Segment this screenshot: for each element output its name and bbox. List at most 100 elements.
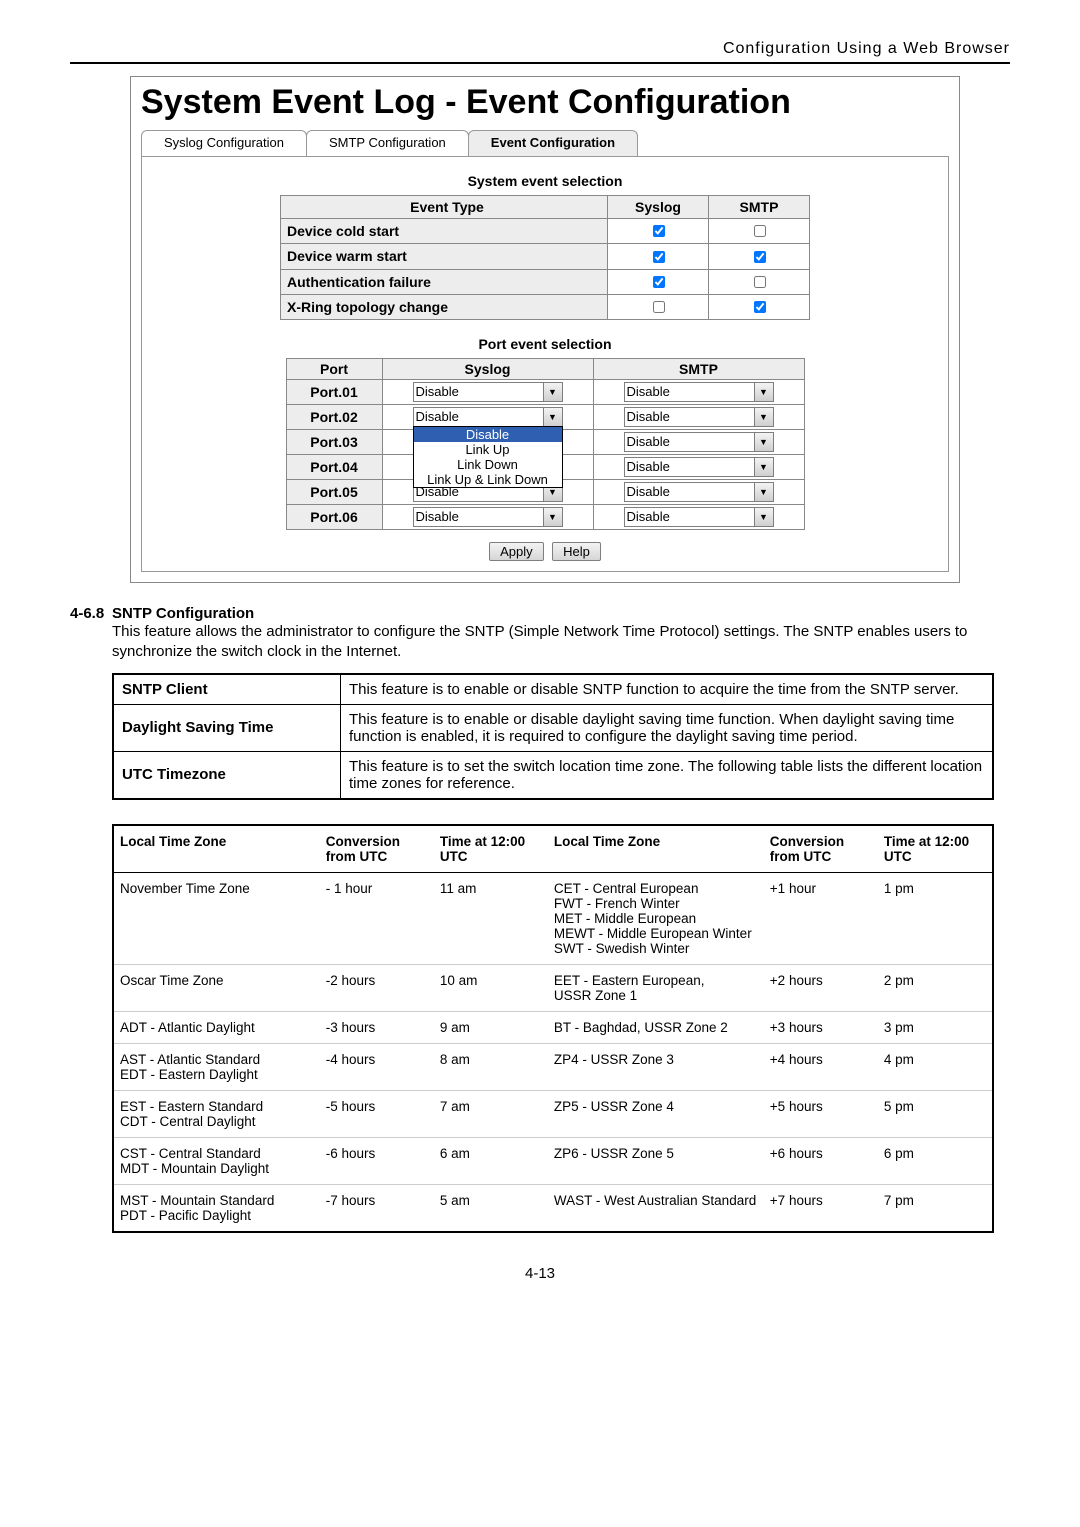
- def-desc: This feature is to set the switch locati…: [341, 751, 994, 799]
- tz-cell: +7 hours: [764, 1184, 878, 1232]
- tz-cell: 4 pm: [878, 1043, 993, 1090]
- tz-cell: EET - Eastern European,USSR Zone 1: [548, 964, 764, 1011]
- def-desc: This feature is to enable or disable day…: [341, 704, 994, 751]
- tz-header: Time at 12:00UTC: [878, 825, 993, 873]
- chevron-down-icon: ▼: [543, 383, 562, 401]
- port-name: Port.06: [286, 505, 382, 530]
- tz-row: AST - Atlantic StandardEDT - Eastern Day…: [113, 1043, 993, 1090]
- tz-row: ADT - Atlantic Daylight-3 hours9 amBT - …: [113, 1011, 993, 1043]
- th-event-type: Event Type: [281, 196, 608, 219]
- event-row-label: Device cold start: [281, 219, 608, 244]
- tz-cell: ADT - Atlantic Daylight: [113, 1011, 320, 1043]
- smtp-checkbox[interactable]: [754, 276, 766, 288]
- tz-cell: 7 am: [434, 1090, 548, 1137]
- def-term: UTC Timezone: [113, 751, 341, 799]
- port-smtp-select[interactable]: Disable▼: [624, 432, 774, 452]
- dropdown-option[interactable]: Link Up & Link Down: [414, 472, 562, 487]
- port-name: Port.04: [286, 455, 382, 480]
- tz-row: CST - Central StandardMDT - Mountain Day…: [113, 1137, 993, 1184]
- config-tabs: Syslog Configuration SMTP Configuration …: [141, 130, 959, 156]
- tz-cell: CST - Central StandardMDT - Mountain Day…: [113, 1137, 320, 1184]
- syslog-checkbox[interactable]: [653, 225, 665, 237]
- th-port-syslog: Syslog: [382, 359, 593, 380]
- smtp-checkbox[interactable]: [754, 251, 766, 263]
- tz-cell: 2 pm: [878, 964, 993, 1011]
- port-smtp-select[interactable]: Disable▼: [624, 457, 774, 477]
- tab-smtp[interactable]: SMTP Configuration: [306, 130, 469, 156]
- tz-cell: -5 hours: [320, 1090, 434, 1137]
- dropdown-option[interactable]: Disable: [414, 427, 562, 442]
- tz-cell: 9 am: [434, 1011, 548, 1043]
- tz-header: Time at 12:00UTC: [434, 825, 548, 873]
- chevron-down-icon: ▼: [543, 508, 562, 526]
- tab-syslog[interactable]: Syslog Configuration: [141, 130, 307, 156]
- tz-cell: 11 am: [434, 872, 548, 964]
- port-smtp-select[interactable]: Disable▼: [624, 407, 774, 427]
- chevron-down-icon: ▼: [754, 483, 773, 501]
- syslog-dropdown-list[interactable]: DisableLink UpLink DownLink Up & Link Do…: [413, 426, 563, 488]
- system-event-table: Event Type Syslog SMTP Device cold start…: [280, 195, 810, 320]
- syslog-checkbox[interactable]: [653, 276, 665, 288]
- tz-cell: EST - Eastern StandardCDT - Central Dayl…: [113, 1090, 320, 1137]
- tz-cell: ZP4 - USSR Zone 3: [548, 1043, 764, 1090]
- tz-row: EST - Eastern StandardCDT - Central Dayl…: [113, 1090, 993, 1137]
- port-row: Port.01 Disable▼ Disable▼: [286, 380, 804, 405]
- event-row-label: Device warm start: [281, 244, 608, 269]
- tz-cell: -2 hours: [320, 964, 434, 1011]
- section-title: SNTP Configuration: [112, 605, 254, 622]
- syslog-checkbox[interactable]: [653, 251, 665, 263]
- chevron-down-icon: ▼: [754, 383, 773, 401]
- tz-cell: Oscar Time Zone: [113, 964, 320, 1011]
- tz-cell: 6 pm: [878, 1137, 993, 1184]
- event-config-screenshot: System Event Log - Event Configuration S…: [130, 76, 960, 583]
- tz-header: Local Time Zone: [548, 825, 764, 873]
- port-syslog-select[interactable]: Disable▼: [413, 507, 563, 527]
- dropdown-option[interactable]: Link Up: [414, 442, 562, 457]
- chevron-down-icon: ▼: [754, 408, 773, 426]
- th-syslog: Syslog: [608, 196, 709, 219]
- def-term: SNTP Client: [113, 674, 341, 705]
- tz-cell: 7 pm: [878, 1184, 993, 1232]
- th-smtp: SMTP: [709, 196, 810, 219]
- page-number: 4-13: [70, 1265, 1010, 1282]
- syslog-checkbox[interactable]: [653, 301, 665, 313]
- tz-header: Local Time Zone: [113, 825, 320, 873]
- tz-header: Conversionfrom UTC: [764, 825, 878, 873]
- tz-cell: 6 am: [434, 1137, 548, 1184]
- tz-cell: 5 am: [434, 1184, 548, 1232]
- port-syslog-select[interactable]: Disable▼: [413, 382, 563, 402]
- tab-event[interactable]: Event Configuration: [468, 130, 638, 156]
- port-row: Port.02Disable▼DisableLink UpLink DownLi…: [286, 405, 804, 430]
- def-desc: This feature is to enable or disable SNT…: [341, 674, 994, 705]
- tz-row: MST - Mountain StandardPDT - Pacific Day…: [113, 1184, 993, 1232]
- th-port: Port: [286, 359, 382, 380]
- event-row-label: Authentication failure: [281, 269, 608, 294]
- timezone-table: Local Time ZoneConversionfrom UTCTime at…: [112, 824, 994, 1233]
- tz-cell: +6 hours: [764, 1137, 878, 1184]
- tz-cell: -4 hours: [320, 1043, 434, 1090]
- port-syslog-select[interactable]: Disable▼: [413, 407, 563, 427]
- tz-row: Oscar Time Zone-2 hours10 amEET - Easter…: [113, 964, 993, 1011]
- port-name: Port.01: [286, 380, 382, 405]
- tz-cell: 1 pm: [878, 872, 993, 964]
- def-term: Daylight Saving Time: [113, 704, 341, 751]
- port-smtp-select[interactable]: Disable▼: [624, 382, 774, 402]
- tz-row: November Time Zone- 1 hour11 amCET - Cen…: [113, 872, 993, 964]
- tz-cell: 8 am: [434, 1043, 548, 1090]
- chevron-down-icon: ▼: [754, 508, 773, 526]
- page-title: System Event Log - Event Configuration: [141, 83, 959, 122]
- apply-button[interactable]: Apply: [489, 542, 544, 561]
- port-event-table: Port Syslog SMTP Port.01Disable▼Disable▼…: [286, 358, 805, 530]
- port-smtp-select[interactable]: Disable▼: [624, 482, 774, 502]
- dropdown-option[interactable]: Link Down: [414, 457, 562, 472]
- tz-cell: 3 pm: [878, 1011, 993, 1043]
- tz-cell: -3 hours: [320, 1011, 434, 1043]
- system-event-title: System event selection: [162, 173, 928, 189]
- port-name: Port.05: [286, 480, 382, 505]
- help-button[interactable]: Help: [552, 542, 601, 561]
- event-row-label: X-Ring topology change: [281, 294, 608, 319]
- smtp-checkbox[interactable]: [754, 301, 766, 313]
- smtp-checkbox[interactable]: [754, 225, 766, 237]
- port-smtp-select[interactable]: Disable▼: [624, 507, 774, 527]
- chevron-down-icon: ▼: [754, 458, 773, 476]
